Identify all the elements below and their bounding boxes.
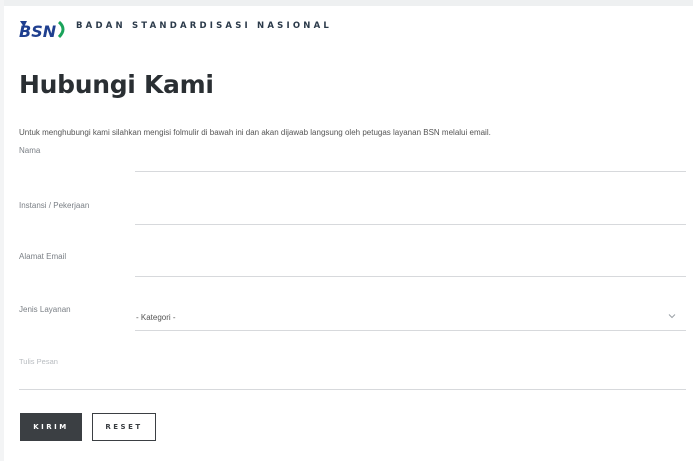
email-field[interactable] [135, 276, 686, 277]
bsn-logo[interactable]: BSN [18, 18, 72, 40]
job-label: Instansi / Pekerjaan [19, 201, 90, 210]
top-border [0, 0, 693, 6]
submit-button[interactable]: KIRIM [20, 413, 82, 441]
name-field[interactable] [135, 171, 686, 172]
email-label: Alamat Email [19, 252, 67, 261]
message-underline [19, 389, 686, 390]
page-title: Hubungi Kami [19, 70, 214, 99]
job-field[interactable] [135, 224, 686, 225]
service-select[interactable]: - Kategori - [136, 313, 176, 322]
logo-text: BSN [19, 22, 57, 40]
intro-text: Untuk menghubungi kami silahkan mengisi … [19, 128, 491, 137]
message-field[interactable]: Tulis Pesan [19, 357, 58, 366]
service-underline [135, 330, 686, 331]
page-frame: BSN BADAN STANDARDISASI NASIONAL Hubungi… [0, 0, 693, 461]
brand-name: BADAN STANDARDISASI NASIONAL [76, 21, 332, 31]
name-label: Nama [19, 146, 41, 155]
bsn-logo-icon: BSN [19, 20, 65, 40]
chevron-down-icon[interactable] [667, 311, 677, 321]
left-border [0, 0, 4, 461]
service-label: Jenis Layanan [19, 305, 71, 314]
reset-button[interactable]: RESET [92, 413, 156, 441]
